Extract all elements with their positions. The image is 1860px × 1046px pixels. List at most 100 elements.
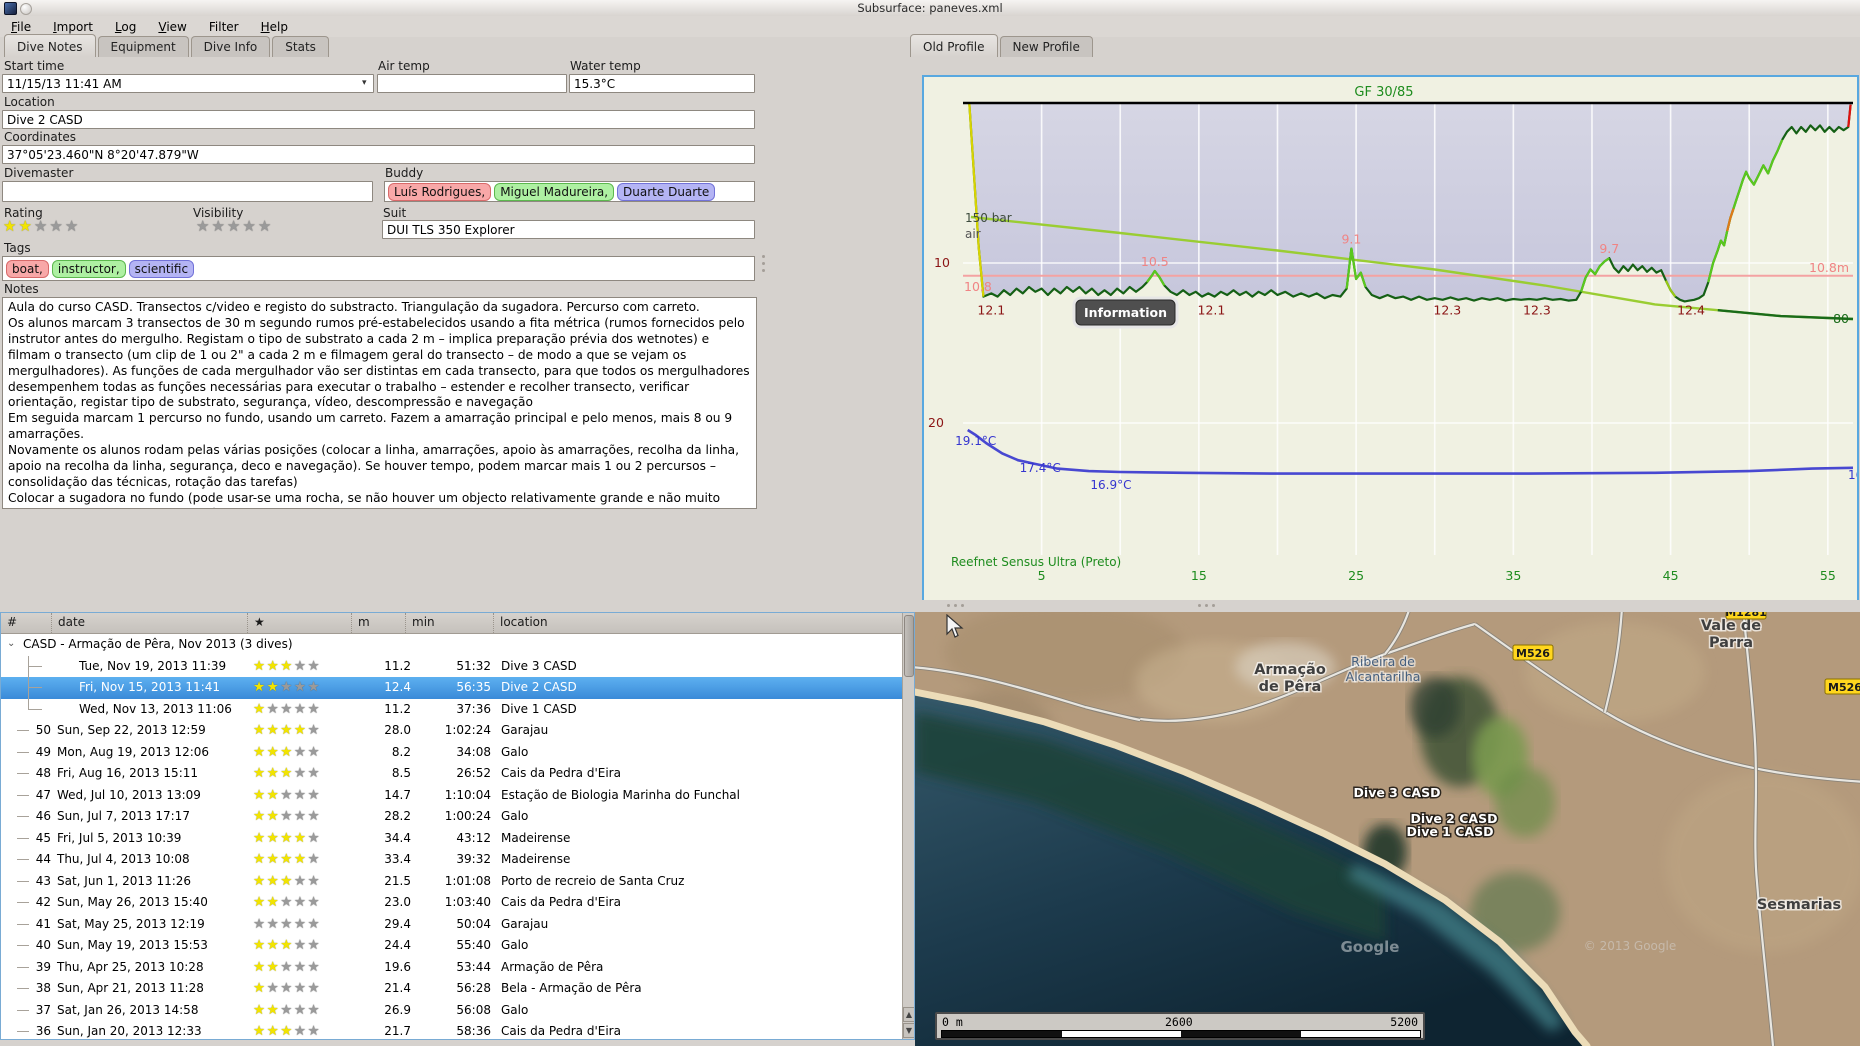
water-temp-input[interactable]	[569, 74, 755, 93]
dive-duration: 34:08	[456, 744, 491, 759]
coordinates-input[interactable]	[2, 145, 755, 164]
divemaster-input[interactable]	[2, 181, 373, 202]
menu-help[interactable]: Help	[250, 18, 299, 36]
tags-input[interactable]: boat, instructor, scientific	[2, 256, 755, 281]
tab-new-profile[interactable]: New Profile	[999, 36, 1093, 57]
table-row[interactable]: 45 Fri, Jul 5, 2013 10:39 ★★★★★ 34.4 43:12 Ma…	[1, 827, 902, 849]
air-temp-input[interactable]	[377, 74, 567, 93]
menu-import[interactable]: Import	[42, 18, 104, 36]
table-row[interactable]: 50 Sun, Sep 22, 2013 12:59 ★★★★★ 28.0 1:02:2…	[1, 720, 902, 742]
table-row[interactable]: Tue, Nov 19, 2013 11:39 ★★★★★ 11.2 51:32 Div…	[1, 655, 902, 677]
column-header-stars[interactable]: ★	[247, 613, 351, 633]
scroll-up-icon[interactable]: ▲	[903, 1007, 914, 1022]
svg-text:19.1°C: 19.1°C	[955, 434, 996, 448]
svg-text:16: 16	[1848, 468, 1857, 482]
table-row[interactable]: 48 Fri, Aug 16, 2013 15:11 ★★★★★ 8.5 26:52 Ca…	[1, 763, 902, 785]
dive-location: Garajau	[501, 916, 549, 931]
table-row[interactable]: 36 Sun, Jan 20, 2013 12:33 ★★★★★ 21.7 58:36 C…	[1, 1021, 902, 1039]
buddy-chip[interactable]: Duarte Duarte	[617, 182, 716, 201]
table-row[interactable]: 39 Thu, Apr 25, 2013 10:28 ★★★★★ 19.6 53:44 A…	[1, 956, 902, 978]
table-row[interactable]: 47 Wed, Jul 10, 2013 13:09 ★★★★★ 14.7 1:10:0…	[1, 784, 902, 806]
svg-text:80: 80	[1833, 311, 1849, 326]
location-input[interactable]	[2, 110, 755, 129]
dive-rating-stars: ★★★★★	[253, 808, 322, 824]
buddy-label: Buddy	[385, 166, 424, 180]
dive-date: Sun, Jan 20, 2013 12:33	[57, 1024, 202, 1038]
column-header-min[interactable]: min	[405, 613, 493, 633]
tag-chip[interactable]: boat,	[6, 259, 49, 278]
column-header-m[interactable]: m	[351, 613, 405, 633]
tab-dive-info[interactable]: Dive Info	[190, 36, 271, 57]
scale-segments	[941, 1030, 1421, 1038]
tree-line	[28, 687, 42, 688]
dive-date: Sun, May 19, 2013 15:53	[57, 938, 208, 952]
table-row[interactable]: Fri, Nov 15, 2013 11:41 ★★★★★ 12.4 56:35 Div…	[1, 677, 902, 699]
map-panel[interactable]: Armação de Pêra Vale de Parra Sesmarias Ribei…	[915, 612, 1860, 1046]
buddy-chip[interactable]: Luís Rodrigues,	[388, 182, 492, 201]
dive-rating-stars: ★★★★★	[253, 851, 322, 867]
table-row[interactable]: 42 Sun, May 26, 2013 15:40 ★★★★★ 23.0 1:03:4…	[1, 892, 902, 914]
titlebar: Subsurface: paneves.xml	[0, 0, 1860, 16]
map-water-label: Alcantarilha	[1346, 669, 1421, 684]
menu-file[interactable]: File	[0, 18, 42, 36]
tab-stats[interactable]: Stats	[272, 36, 329, 57]
table-row[interactable]: 46 Sun, Jul 7, 2013 17:17 ★★★★★ 28.2 1:00:24…	[1, 806, 902, 828]
dive-date: Sat, May 25, 2013 12:19	[57, 916, 205, 931]
column-header-num[interactable]: #	[1, 613, 51, 633]
notes-input[interactable]: Aula do curso CASD. Transectos c/video e…	[2, 297, 757, 509]
tab-equipment[interactable]: Equipment	[97, 36, 189, 57]
splitter-handle[interactable]	[760, 255, 766, 285]
suit-input[interactable]	[382, 220, 755, 239]
coordinates-label: Coordinates	[4, 130, 77, 144]
collapse-arrow-icon[interactable]: ⌄	[7, 638, 15, 649]
rating-stars[interactable]: ★★★★★	[3, 217, 80, 235]
dive-duration: 50:04	[456, 916, 491, 931]
table-row[interactable]: 43 Sat, Jun 1, 2013 11:26 ★★★★★ 21.5 1:01:08…	[1, 870, 902, 892]
dive-location: Galo	[501, 744, 529, 759]
column-header-date[interactable]: date	[51, 613, 247, 633]
scroll-down-icon[interactable]: ▼	[903, 1023, 914, 1038]
horizontal-splitter[interactable]	[0, 600, 1860, 612]
tag-chip[interactable]: instructor,	[51, 259, 126, 278]
satellite-map[interactable]: Armaçãode Pêra Vale deParra Sesmarias Ribei…	[915, 612, 1860, 1046]
water-temp-label: Water temp	[570, 59, 641, 73]
dive-date: Fri, Nov 15, 2013 11:41	[79, 680, 220, 694]
dive-list-header[interactable]: # date ★ m min location	[1, 613, 902, 634]
table-row[interactable]: 37 Sat, Jan 26, 2013 14:58 ★★★★★ 26.9 56:08 G…	[1, 999, 902, 1021]
dive-depth: 21.7	[384, 1024, 411, 1038]
table-row[interactable]: 40 Sun, May 19, 2013 15:53 ★★★★★ 24.4 55:40 G…	[1, 935, 902, 957]
dive-location: Galo	[501, 809, 529, 823]
column-header-location[interactable]: location	[493, 613, 893, 633]
tab-dive-notes[interactable]: Dive Notes	[4, 34, 96, 57]
table-row[interactable]: 44 Thu, Jul 4, 2013 10:08 ★★★★★ 33.4 39:32 Ma…	[1, 849, 902, 871]
table-row[interactable]: 41 Sat, May 25, 2013 12:19 ★★★★★ 29.4 50:04 G…	[1, 913, 902, 935]
table-row[interactable]: 38 Sun, Apr 21, 2013 11:28 ★★★★★ 21.4 56:28 B…	[1, 978, 902, 1000]
menu-log[interactable]: Log	[104, 18, 147, 36]
chevron-down-icon[interactable]: ▾	[362, 79, 371, 88]
dive-profile-chart[interactable]: GF 30/85 10 20 5 15 25 35 45 55 Reefnet Sensus Ul…	[922, 75, 1860, 602]
start-time-input[interactable]	[2, 74, 374, 93]
tab-old-profile[interactable]: Old Profile	[910, 34, 998, 57]
svg-text:12.1: 12.1	[977, 303, 1005, 318]
svg-text:M526: M526	[1828, 681, 1860, 694]
dive-number: 44	[35, 852, 51, 866]
buddy-chip[interactable]: Miguel Madureira,	[494, 182, 615, 201]
visibility-stars[interactable]: ★★★★★	[196, 217, 273, 235]
dive-rating-stars: ★★★★★	[253, 958, 322, 975]
tags-label: Tags	[4, 241, 31, 255]
tag-chip[interactable]: scientific	[128, 259, 195, 278]
dive-number: 41	[35, 916, 51, 931]
splitter-dots	[1198, 604, 1224, 608]
table-row[interactable]: Wed, Nov 13, 2013 11:06 ★★★★★ 11.2 37:36 Div…	[1, 698, 902, 720]
menu-filter[interactable]: Filter	[198, 18, 250, 36]
table-row[interactable]: 49 Mon, Aug 19, 2013 12:06 ★★★★★ 8.2 34:08 Ga…	[1, 741, 902, 763]
menu-view[interactable]: View	[147, 18, 197, 36]
svg-text:9.1: 9.1	[1341, 232, 1361, 247]
dive-number: 40	[35, 938, 51, 952]
suit-label: Suit	[383, 206, 407, 220]
dive-depth: 21.4	[384, 981, 411, 995]
dive-list-scrollbar[interactable]: ▲ ▼	[902, 613, 914, 1039]
dive-trip-group-row[interactable]: ⌄ CASD - Armação de Pêra, Nov 2013 (3 div…	[1, 634, 902, 656]
scrollbar-thumb[interactable]	[904, 615, 914, 677]
buddy-input[interactable]: Luís Rodrigues, Miguel Madureira, Duarte D…	[384, 181, 755, 202]
